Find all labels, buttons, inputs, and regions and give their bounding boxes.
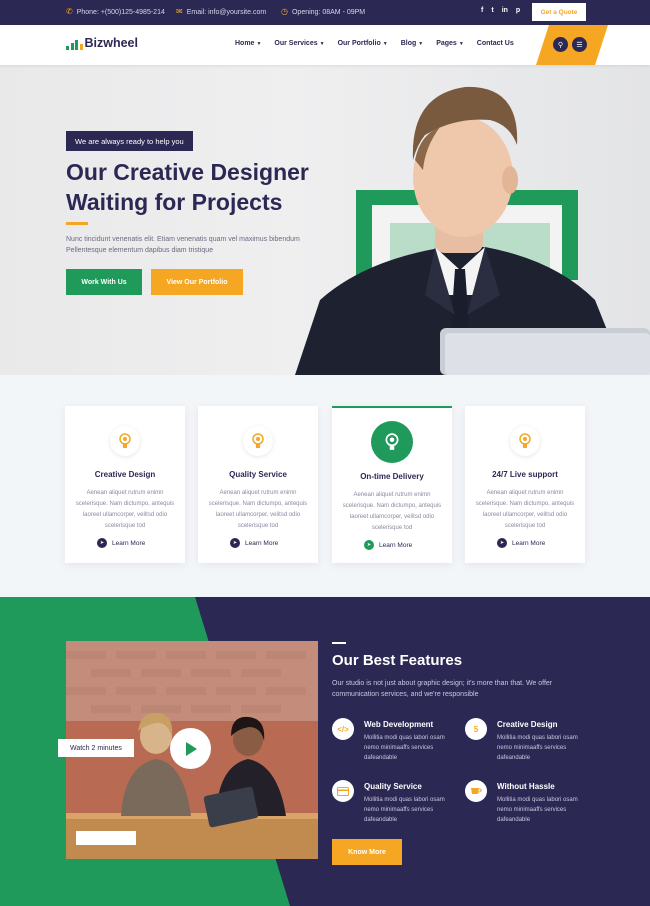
linkedin-icon[interactable]: in: [502, 7, 508, 14]
play-icon: [185, 741, 197, 756]
service-card-live-support: 24/7 Live support Aenean aliquet rutrum …: [465, 406, 585, 563]
hero-title: Our Creative Designer Waiting for Project…: [66, 157, 366, 217]
arrow-right-icon: ➤: [497, 538, 507, 548]
learn-more-link[interactable]: ➤ Learn More: [97, 538, 145, 548]
lightbulb-icon: [243, 426, 273, 456]
service-title: 24/7 Live support: [492, 470, 558, 479]
logo-chart-icon: [66, 38, 83, 50]
service-text: Aenean aliquet rutrum enimn scelerisque.…: [475, 490, 575, 529]
logo[interactable]: Bizwheel: [66, 37, 138, 50]
logo-text: Bizwheel: [84, 36, 139, 50]
features-section: Watch 2 minutes Our Best Features Our st…: [0, 597, 650, 906]
hero-section: We are always ready to help you Our Crea…: [0, 65, 650, 375]
coffee-icon: [465, 780, 487, 802]
top-bar: ✆ Phone: +(500)125-4985-214 ✉ Email: inf…: [0, 0, 650, 25]
play-button[interactable]: [170, 728, 211, 769]
phone-info: ✆ Phone: +(500)125-4985-214: [66, 8, 165, 16]
service-title: Creative Design: [94, 470, 156, 479]
nav-home-label: Home: [235, 40, 255, 47]
hero-description: Nunc tincidunt venenatis elit. Etiam ven…: [66, 236, 300, 254]
hero-title-line2: Waiting for Projects: [66, 189, 283, 215]
title-underline: [66, 222, 88, 225]
clock-icon: ◷: [281, 7, 288, 16]
hero-person-image: [295, 65, 650, 375]
service-card-creative-design: Creative Design Aenean aliquet rutrum en…: [65, 406, 185, 563]
nav-pages[interactable]: Pages ▼: [436, 40, 464, 47]
service-text: Aenean aliquet rutrum enimn scelerisque.…: [75, 490, 175, 529]
feature-title: Quality Service: [364, 782, 422, 791]
hero-title-line1: Our Creative Designer: [66, 159, 309, 185]
feature-title: Web Development: [364, 720, 434, 729]
card-icon: [332, 780, 354, 802]
learn-more-label: Learn More: [112, 539, 146, 547]
lightbulb-icon: [371, 421, 413, 463]
service-title: On-time Delivery: [360, 472, 424, 481]
feature-title: Without Hassle: [497, 782, 555, 791]
features-title: Our Best Features: [332, 652, 463, 669]
learn-more-label: Learn More: [512, 539, 546, 547]
hours-text: Opening: 08AM - 09PM: [291, 8, 366, 16]
arrow-right-icon: ➤: [230, 538, 240, 548]
chevron-down-icon: ▼: [382, 41, 388, 47]
nav-blog-label: Blog: [400, 40, 417, 47]
view-portfolio-button[interactable]: View Our Portfolio: [151, 269, 243, 295]
menu-icon[interactable]: ☰: [572, 37, 587, 52]
feature-text: Mollitia modi quas labori osam nemo mini…: [364, 735, 445, 761]
services-section: Creative Design Aenean aliquet rutrum en…: [0, 375, 650, 597]
learn-more-label: Learn More: [245, 539, 279, 547]
features-title-line: [332, 642, 346, 644]
arrow-right-icon: ➤: [97, 538, 107, 548]
feature-text: Mollitia modi quas labori osam nemo mini…: [497, 797, 578, 823]
search-icon[interactable]: ⚲: [553, 37, 568, 52]
phone-icon: ✆: [66, 7, 73, 16]
service-text: Aenean aliquet rutrum enimn scelerisque.…: [208, 490, 308, 529]
lightbulb-icon: [110, 426, 140, 456]
nav-pages-label: Pages: [436, 40, 457, 47]
get-quote-button[interactable]: Get a Quote: [532, 3, 586, 21]
service-title: Quality Service: [229, 470, 287, 479]
html-icon: 5: [465, 718, 487, 740]
learn-more-link[interactable]: ➤ Learn More: [230, 538, 278, 548]
social-links: f t in p: [481, 7, 520, 14]
nav-contact-us[interactable]: Contact Us: [477, 40, 514, 47]
nav-blog[interactable]: Blog ▼: [401, 40, 424, 47]
feature-text: Mollitia modi quas labori osam nemo mini…: [364, 797, 445, 823]
arrow-right-icon: ➤: [364, 540, 374, 550]
learn-more-link[interactable]: ➤ Learn More: [497, 538, 545, 548]
learn-more-label: Learn More: [379, 541, 413, 549]
chevron-down-icon: ▼: [458, 41, 464, 47]
features-description: Our studio is not just about graphic des…: [332, 680, 553, 698]
email-text[interactable]: Email: info@yoursite.com: [187, 9, 266, 16]
main-header: Bizwheel Home ▼ Our Services ▼ Our Portfol…: [0, 25, 650, 65]
email-icon: ✉: [176, 7, 183, 16]
know-more-button[interactable]: Know More: [332, 839, 402, 865]
phone-text: Phone: +(500)125-4985-214: [76, 8, 165, 16]
nav-our-services[interactable]: Our Services ▼: [274, 40, 324, 47]
main-nav: Home ▼ Our Services ▼ Our Portfolio ▼ Blog ▼…: [235, 40, 527, 47]
service-card-quality-service: Quality Service Aenean aliquet rutrum en…: [198, 406, 318, 563]
twitter-icon[interactable]: t: [491, 7, 493, 14]
nav-contact-label: Contact Us: [476, 40, 514, 47]
hours-info: ◷ Opening: 08AM - 09PM: [281, 8, 365, 16]
nav-portfolio-label: Our Portfolio: [337, 40, 381, 47]
service-text: Aenean aliquet rutrum enimn scelerisque.…: [342, 492, 442, 531]
learn-more-link[interactable]: ➤ Learn More: [364, 540, 412, 550]
service-card-on-time-delivery: On-time Delivery Aenean aliquet rutrum e…: [332, 406, 452, 563]
nav-home[interactable]: Home ▼: [235, 40, 261, 47]
chevron-down-icon: ▼: [319, 41, 325, 47]
lightbulb-icon: [510, 426, 540, 456]
nav-our-portfolio[interactable]: Our Portfolio ▼: [338, 40, 388, 47]
pinterest-icon[interactable]: p: [516, 7, 520, 14]
nav-services-label: Our Services: [274, 40, 318, 47]
watch-video-label[interactable]: Watch 2 minutes: [58, 739, 134, 757]
hero-tagline: We are always ready to help you: [66, 131, 193, 151]
chevron-down-icon: ▼: [256, 41, 262, 47]
feature-title: Creative Design: [497, 720, 558, 729]
feature-text: Mollitia modi quas labori osam nemo mini…: [497, 735, 578, 761]
work-with-us-button[interactable]: Work With Us: [66, 269, 142, 295]
chevron-down-icon: ▼: [418, 41, 424, 47]
code-icon: </>: [332, 718, 354, 740]
facebook-icon[interactable]: f: [481, 7, 483, 14]
email-info: ✉ Email: info@yoursite.com: [176, 8, 266, 16]
